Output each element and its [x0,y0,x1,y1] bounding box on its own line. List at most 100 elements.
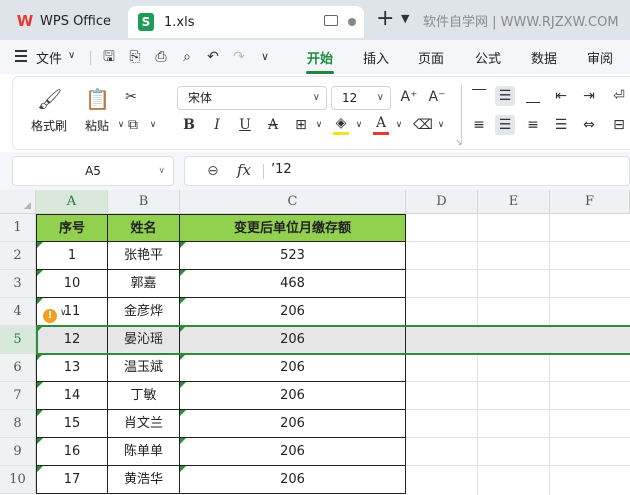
underline-icon[interactable]: U [235,115,255,135]
error-warning-icon[interactable]: ! [43,309,57,323]
increase-indent-icon[interactable]: ⇥ [579,86,599,106]
hamburger-menu-icon[interactable] [15,50,27,62]
save-icon[interactable]: 🖫 [100,48,118,66]
distributed-align-icon[interactable]: ⇔ [579,115,599,135]
decrease-font-icon[interactable]: A⁻ [427,87,447,107]
format-painter-button[interactable]: 🖌 格式刷 [29,87,69,134]
italic-icon[interactable]: I [207,115,227,135]
copy-chevron-icon[interactable]: ∨ [143,115,163,135]
align-middle-icon[interactable]: ☰ [495,86,515,106]
font-size-select[interactable]: 12 ∨ [331,86,391,110]
row-header[interactable]: 9 [0,438,36,466]
table-cell[interactable]: 温玉斌 [108,354,180,382]
formula-input[interactable]: ⊖ fx ’12 [184,156,630,186]
table-cell[interactable]: 206 [180,438,406,466]
tab-document[interactable]: S 1.xls [128,6,364,38]
tab-page[interactable]: 页面 [418,48,444,67]
cut-icon[interactable]: ✂ [121,87,141,107]
clear-format-chevron-icon[interactable]: ∨ [431,115,451,135]
strikethrough-icon[interactable]: A [263,115,283,135]
align-center-icon[interactable]: ☰ [495,115,515,135]
justify-icon[interactable]: ☰ [551,115,571,135]
table-header-cell[interactable]: 姓名 [108,214,180,242]
fill-color-icon[interactable]: ◈ [331,113,351,133]
wrap-text-icon[interactable]: ⏎ [609,86,629,106]
window-mode-icon[interactable] [324,15,338,26]
tab-insert[interactable]: 插入 [363,48,389,67]
print-icon[interactable]: ⎙ [152,48,170,66]
table-cell[interactable]: 16 [36,438,108,466]
row-header[interactable]: 8 [0,410,36,438]
font-color-chevron-icon[interactable]: ∨ [389,115,409,135]
clear-format-icon[interactable]: ⌫ [413,115,433,135]
table-cell[interactable]: 206 [180,298,406,326]
menu-file[interactable]: 文件 [36,48,62,67]
table-cell[interactable]: 468 [180,270,406,298]
unsaved-dot-icon[interactable] [348,18,356,26]
select-all-corner[interactable] [0,190,36,214]
redo-icon[interactable]: ↷ [230,48,248,66]
table-cell[interactable]: 1 [36,242,108,270]
align-top-icon[interactable]: ⎺ [469,86,489,106]
merge-cells-icon[interactable]: ⊟ [609,115,629,135]
column-header-a[interactable]: A [36,190,108,214]
table-cell[interactable]: 17 [36,466,108,494]
tab-home[interactable]: 开始 [307,48,333,67]
undo-icon[interactable]: ↶ [204,48,222,66]
table-header-cell[interactable]: 序号 [36,214,108,242]
table-header-cell[interactable]: 变更后单位月缴存额 [180,214,406,242]
table-cell[interactable]: 丁敏 [108,382,180,410]
row-header[interactable]: 2 [0,242,36,270]
copy-icon[interactable]: ⧉ [123,115,143,135]
row-header-selected[interactable]: 5 [0,326,36,354]
table-cell[interactable]: 13 [36,354,108,382]
table-cell[interactable]: 郭嘉 [108,270,180,298]
warning-chevron-icon[interactable]: ∨ [60,308,67,318]
borders-chevron-icon[interactable]: ∨ [309,115,329,135]
table-cell[interactable]: 张艳平 [108,242,180,270]
print-preview-icon[interactable]: ⌕ [178,48,196,66]
name-box[interactable]: A5 ∨ [12,156,174,186]
table-cell[interactable]: 523 [180,242,406,270]
export-pdf-icon[interactable]: ⎘ [126,48,144,66]
font-name-select[interactable]: 宋体 ∨ [177,86,327,110]
column-header-c[interactable]: C [180,190,406,214]
table-cell[interactable]: 206 [180,382,406,410]
zoom-search-icon[interactable]: ⊖ [207,163,219,179]
fill-color-chevron-icon[interactable]: ∨ [349,115,369,135]
tab-data[interactable]: 数据 [531,48,557,67]
table-cell[interactable]: 206 [180,354,406,382]
align-right-icon[interactable]: ≡ [523,115,543,135]
fx-icon[interactable]: fx [237,161,251,179]
tab-list-chevron-icon[interactable]: ▼ [401,12,409,25]
font-dialog-launcher-icon[interactable]: ↘ [449,133,469,153]
formula-content[interactable]: ’12 [271,162,292,177]
table-cell[interactable]: 肖文兰 [108,410,180,438]
borders-icon[interactable]: ⊞ [291,115,311,135]
tab-review[interactable]: 审阅 [587,48,613,67]
table-cell[interactable]: 206 [180,466,406,494]
table-cell[interactable]: 陈单单 [108,438,180,466]
row-header[interactable]: 6 [0,354,36,382]
increase-font-icon[interactable]: A⁺ [399,87,419,107]
column-header-e[interactable]: E [478,190,550,214]
align-left-icon[interactable]: ≡ [469,115,489,135]
table-cell[interactable]: 14 [36,382,108,410]
row-header[interactable]: 7 [0,382,36,410]
table-cell[interactable]: 206 [180,410,406,438]
column-header-f[interactable]: F [550,190,630,214]
font-color-icon[interactable]: A [371,113,391,133]
spreadsheet-grid[interactable]: A B C D E F 1 2 3 4 5 6 7 8 9 10 序号 姓名 变… [0,190,630,495]
row-header[interactable]: 1 [0,214,36,242]
tab-formula[interactable]: 公式 [475,48,501,67]
column-header-d[interactable]: D [406,190,478,214]
row-header[interactable]: 3 [0,270,36,298]
table-cell[interactable]: 黄浩华 [108,466,180,494]
decrease-indent-icon[interactable]: ⇤ [551,86,571,106]
file-chevron-icon[interactable]: ∨ [68,50,75,61]
tab-wps-office[interactable]: W WPS Office [8,6,124,36]
column-header-b[interactable]: B [108,190,180,214]
quick-access-chevron-icon[interactable]: ∨ [256,48,274,66]
align-bottom-icon[interactable]: ⎽ [523,86,543,106]
table-cell[interactable]: 金彦烨 [108,298,180,326]
